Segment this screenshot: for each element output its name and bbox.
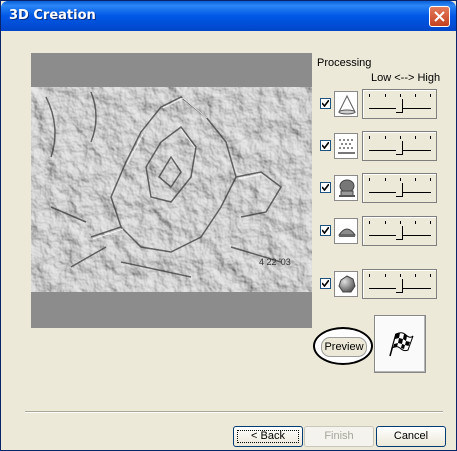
close-icon — [434, 11, 445, 22]
row1-slider[interactable] — [362, 89, 437, 119]
processing-row-3 — [317, 173, 445, 203]
checkered-flag-icon — [389, 332, 414, 357]
separator — [25, 411, 443, 413]
row3-slider[interactable] — [362, 173, 437, 203]
title-bar[interactable]: 3D Creation — [1, 1, 456, 31]
texture-icon — [334, 133, 358, 159]
row5-checkbox[interactable] — [320, 278, 331, 289]
preview-panel: 4 22 '03 — [31, 53, 312, 328]
cancel-button[interactable]: Cancel — [376, 426, 446, 447]
slider-thumb[interactable] — [396, 99, 403, 113]
row2-checkbox[interactable] — [320, 140, 331, 151]
checkmark-icon — [322, 227, 329, 234]
row4-checkbox[interactable] — [320, 225, 331, 236]
processing-row-5 — [317, 269, 445, 299]
checkmark-icon — [322, 142, 329, 149]
row4-slider[interactable] — [362, 216, 437, 246]
close-button[interactable] — [429, 6, 450, 27]
processing-row-4 — [317, 216, 445, 246]
processing-row-2 — [317, 131, 445, 161]
dialog-window: 3D Creation 4 22 '03 Processing Low <-->… — [0, 0, 457, 451]
row5-slider[interactable] — [362, 269, 437, 299]
dialog-body: 4 22 '03 Processing Low <--> High Previe… — [5, 31, 452, 448]
preview-button-label: Preview — [321, 337, 367, 357]
cone-icon — [334, 91, 358, 117]
processing-label: Processing — [317, 57, 372, 69]
bust-icon — [334, 175, 358, 201]
row3-checkbox[interactable] — [320, 182, 331, 193]
dome-icon — [334, 218, 358, 244]
low-high-label: Low <--> High — [371, 72, 441, 84]
checkmark-icon — [322, 184, 329, 191]
checkmark-icon — [322, 100, 329, 107]
embossed-photo-preview: 4 22 '03 — [31, 87, 312, 292]
row1-checkbox[interactable] — [320, 98, 331, 109]
date-stamp: 4 22 '03 — [259, 257, 291, 267]
preview-button[interactable]: Preview — [313, 327, 373, 365]
finish-button[interactable]: Finish — [304, 426, 374, 447]
checkered-flag-button[interactable] — [374, 315, 426, 373]
row2-slider[interactable] — [362, 131, 437, 161]
slider-thumb[interactable] — [396, 183, 403, 197]
window-title: 3D Creation — [9, 8, 96, 23]
sphere-icon — [334, 271, 358, 297]
processing-row-1 — [317, 89, 445, 119]
slider-thumb[interactable] — [396, 279, 403, 293]
back-button[interactable]: < Back — [233, 426, 303, 447]
slider-thumb[interactable] — [396, 226, 403, 240]
checkmark-icon — [322, 280, 329, 287]
slider-thumb[interactable] — [396, 141, 403, 155]
